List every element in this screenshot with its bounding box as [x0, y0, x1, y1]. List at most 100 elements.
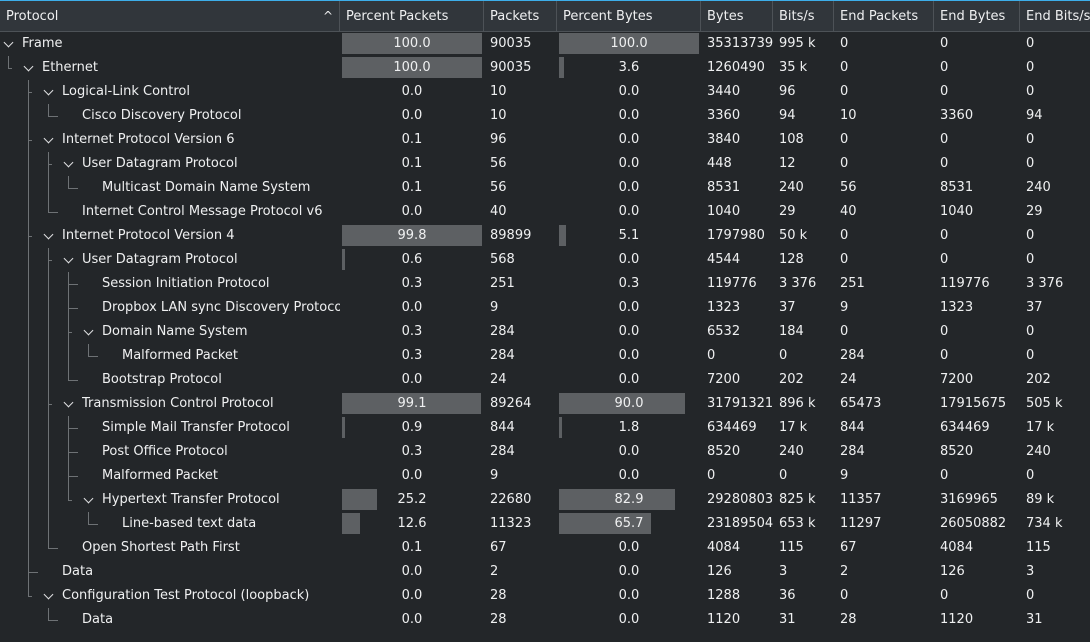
table-row[interactable]: Bootstrap Protocol 0.0 24 0.0 7200 202 24 7200 2… [0, 368, 1090, 392]
chevron-down-icon[interactable] [83, 493, 94, 504]
bytes-value: 3440 [707, 84, 741, 99]
end-bits-s-value: 94 [1026, 108, 1043, 123]
end-packets-value: 24 [840, 372, 857, 387]
column-header-end-bits-s[interactable]: End Bits/s [1020, 1, 1090, 31]
tree-guide-line [48, 104, 49, 116]
column-header-packets[interactable]: Packets [484, 1, 557, 31]
tree-guide-line [28, 272, 29, 296]
protocol-name: Internet Protocol Version 4 [62, 228, 235, 243]
end-packets-value: 284 [840, 348, 865, 363]
table-row[interactable]: Domain Name System 0.3 284 0.0 6532 184 0 0 0 [0, 320, 1090, 344]
table-row[interactable]: Transmission Control Protocol 99.1 89264 90… [0, 392, 1090, 416]
pct-bytes-cell: 82.9 [557, 488, 701, 512]
protocol-name: Data [62, 564, 94, 579]
protocol-name: Domain Name System [102, 324, 248, 339]
end-bits-s-value: 17 k [1026, 420, 1055, 435]
chevron-down-icon[interactable] [63, 253, 74, 264]
column-header-pct-packets[interactable]: Percent Packets [340, 1, 484, 31]
chevron-down-icon[interactable] [23, 61, 34, 72]
bits-s-value: 202 [779, 372, 804, 387]
table-row[interactable]: Configuration Test Protocol (loopback) 0.… [0, 584, 1090, 608]
chevron-down-icon[interactable] [63, 397, 74, 408]
table-row[interactable]: Frame 100.0 90035 100.0 35313739 995 k 0 0 0 [0, 32, 1090, 56]
column-header-bytes[interactable]: Bytes [701, 1, 773, 31]
table-row[interactable]: Internet Protocol Version 4 99.8 89899 5.1 1… [0, 224, 1090, 248]
chevron-down-icon[interactable] [43, 85, 54, 96]
end-bits-s-value: 0 [1026, 324, 1035, 339]
tree-guide-line [48, 536, 49, 548]
end-bytes-value: 1120 [940, 612, 974, 627]
table-row[interactable]: Line-based text data 12.6 11323 65.7 2318950… [0, 512, 1090, 536]
end-bytes-value: 17915675 [940, 396, 1007, 411]
end-bytes-value: 3169965 [940, 492, 998, 507]
table-row[interactable]: User Datagram Protocol 0.1 56 0.0 448 12 0 0 0 [0, 152, 1090, 176]
end-packets-value: 0 [840, 252, 849, 267]
table-row[interactable]: Data 0.0 2 0.0 126 3 2 126 3 [0, 560, 1090, 584]
end-bytes-value: 0 [940, 324, 949, 339]
column-header-end-packets[interactable]: End Packets [834, 1, 934, 31]
table-row[interactable]: Internet Protocol Version 6 0.1 96 0.0 3840 1… [0, 128, 1090, 152]
tree-guide-line [68, 284, 78, 285]
tree-guide-line [68, 344, 69, 368]
pct-packets-cell: 100.0 [340, 32, 484, 56]
bytes-value: 1120 [707, 612, 741, 627]
column-header-protocol[interactable]: Protocol ^ [0, 1, 340, 31]
end-bytes-value: 0 [940, 252, 949, 267]
end-bytes-value: 126 [940, 564, 965, 579]
table-row[interactable]: Session Initiation Protocol 0.3 251 0.3 1197… [0, 272, 1090, 296]
chevron-down-icon[interactable] [83, 325, 94, 336]
table-row[interactable]: Internet Control Message Protocol v6 0.0 4… [0, 200, 1090, 224]
end-packets-value: 67 [840, 540, 857, 555]
table-row[interactable]: Multicast Domain Name System 0.1 56 0.0 8531… [0, 176, 1090, 200]
table-row[interactable]: Dropbox LAN sync Discovery Protocol 0.0 9 0… [0, 296, 1090, 320]
packets-value: 284 [490, 444, 515, 459]
table-row[interactable]: Cisco Discovery Protocol 0.0 10 0.0 3360 94 10… [0, 104, 1090, 128]
percent-bar [342, 417, 345, 438]
chevron-down-icon[interactable] [63, 157, 74, 168]
table-row[interactable]: Malformed Packet 0.3 284 0.0 0 0 284 0 0 [0, 344, 1090, 368]
table-row[interactable]: Logical-Link Control 0.0 10 0.0 3440 96 0 0 0 [0, 80, 1090, 104]
pct-bytes-cell: 0.0 [557, 440, 701, 464]
column-header-bits-s[interactable]: Bits/s [773, 1, 834, 31]
protocol-name: Hypertext Transfer Protocol [102, 492, 280, 507]
tree-guide-line [68, 308, 78, 309]
pct-bytes-value: 0.0 [618, 180, 640, 195]
bits-s-value: 653 k [779, 516, 816, 531]
chevron-down-icon[interactable] [43, 229, 54, 240]
bits-s-value: 94 [779, 108, 796, 123]
bits-s-value: 240 [779, 180, 804, 195]
end-bytes-value: 0 [940, 588, 949, 603]
table-row[interactable]: Post Office Protocol 0.3 284 0.0 8520 240 284 8… [0, 440, 1090, 464]
table-row[interactable]: Simple Mail Transfer Protocol 0.9 844 1.8 63… [0, 416, 1090, 440]
pct-bytes-cell: 5.1 [557, 224, 701, 248]
table-row[interactable]: Data 0.0 28 0.0 1120 31 28 1120 31 [0, 608, 1090, 632]
end-packets-value: 0 [840, 228, 849, 243]
tree-guide-line [28, 416, 29, 440]
column-header-pct-bytes[interactable]: Percent Bytes [557, 1, 701, 31]
tree-guide-line [88, 344, 89, 356]
table-row[interactable]: Ethernet 100.0 90035 3.6 1260490 35 k 0 0 0 [0, 56, 1090, 80]
chevron-down-icon[interactable] [3, 37, 14, 48]
chevron-down-icon[interactable] [43, 133, 54, 144]
end-packets-value: 40 [840, 204, 857, 219]
bits-s-value: 36 [779, 588, 796, 603]
pct-bytes-cell: 0.0 [557, 176, 701, 200]
pct-bytes-cell: 0.0 [557, 296, 701, 320]
pct-packets-value: 0.0 [401, 204, 423, 219]
end-packets-value: 10 [840, 108, 857, 123]
chevron-down-icon[interactable] [43, 589, 54, 600]
bytes-value: 8520 [707, 444, 741, 459]
table-row[interactable]: Malformed Packet 0.0 9 0.0 0 0 9 0 0 [0, 464, 1090, 488]
pct-bytes-cell: 0.0 [557, 200, 701, 224]
column-header-end-bytes[interactable]: End Bytes [934, 1, 1020, 31]
bits-s-value: 17 k [779, 420, 808, 435]
table-row[interactable]: Open Shortest Path First 0.1 67 0.0 4084 115 6… [0, 536, 1090, 560]
bytes-value: 31791321 [707, 396, 773, 411]
tree-guide-line [48, 176, 49, 200]
pct-packets-value: 25.2 [397, 492, 427, 507]
table-row[interactable]: Hypertext Transfer Protocol 25.2 22680 82.9… [0, 488, 1090, 512]
tree-guide-line [48, 344, 49, 368]
table-row[interactable]: User Datagram Protocol 0.6 568 0.0 4544 128 0 0… [0, 248, 1090, 272]
end-bits-s-value: 202 [1026, 372, 1051, 387]
end-bits-s-value: 29 [1026, 204, 1043, 219]
